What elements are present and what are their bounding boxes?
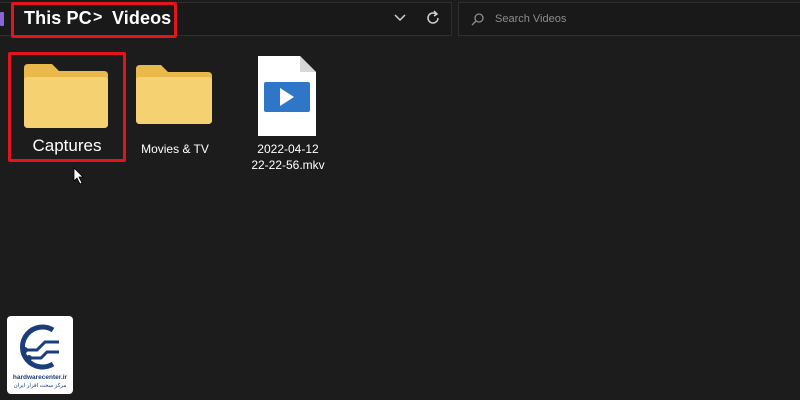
circuit-logo-icon <box>20 324 59 370</box>
folder-icon <box>136 65 212 124</box>
watermark-name: hardwarecenter.ir <box>12 374 68 381</box>
folder-item-movies-tv[interactable]: Movies & TV <box>126 56 224 156</box>
breadcrumb-this-pc[interactable]: This PC <box>24 8 92 29</box>
watermark-logo: hardwarecenter.ir مرکز سخت افزار ایران <box>7 316 73 394</box>
address-toolbar: This PC > Videos Search Videos <box>0 0 800 40</box>
item-label: Movies & TV <box>141 142 209 156</box>
file-name-line1: 2022-04-12 <box>257 142 319 156</box>
mouse-cursor-icon <box>73 167 84 185</box>
file-item-video[interactable]: 2022-04-12 22-22-56.mkv <box>240 52 336 178</box>
selection-highlight <box>8 52 126 162</box>
video-file-icon <box>258 56 316 136</box>
search-box[interactable]: Search Videos <box>458 2 800 36</box>
search-placeholder: Search Videos <box>495 13 567 25</box>
chevron-down-icon[interactable] <box>392 10 408 26</box>
watermark-subtitle: مرکز سخت افزار ایران <box>13 383 67 389</box>
breadcrumb-separator: > <box>93 9 103 26</box>
search-icon <box>471 13 484 26</box>
nav-accent-icon <box>0 12 4 26</box>
breadcrumb-videos[interactable]: Videos <box>112 8 171 29</box>
file-name-line2: 22-22-56.mkv <box>251 158 325 172</box>
refresh-icon[interactable] <box>425 9 441 27</box>
